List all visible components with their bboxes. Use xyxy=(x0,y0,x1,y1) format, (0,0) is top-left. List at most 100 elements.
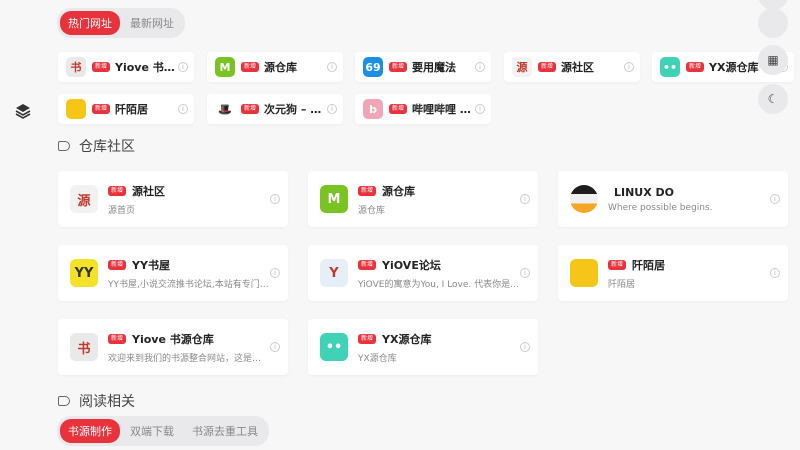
layers-icon[interactable] xyxy=(14,102,32,120)
card-description: Where possible begins. xyxy=(608,202,713,213)
folder-icon xyxy=(570,259,598,287)
info-icon[interactable]: i xyxy=(520,268,530,278)
new-badge: 新增 xyxy=(389,104,408,114)
new-badge: 新增 xyxy=(389,62,408,72)
tab-dual-download[interactable]: 双端下载 xyxy=(122,419,182,443)
community-card[interactable]: LINUX DO Where possible begins. i xyxy=(558,171,788,227)
hot-link-chip[interactable]: 新增 阡陌居 i xyxy=(58,94,194,124)
info-icon[interactable]: i xyxy=(475,62,485,72)
card-header: 新增 源社区 xyxy=(108,183,270,199)
tab-source-making[interactable]: 书源制作 xyxy=(60,419,120,443)
new-badge: 新增 xyxy=(686,62,705,72)
card-header: LINUX DO xyxy=(608,186,770,199)
section-community-title: 仓库社区 xyxy=(58,136,135,156)
hot-link-chip[interactable]: 69 新增 要用魔法 i xyxy=(355,52,491,82)
hot-link-chip[interactable]: M 新增 源仓库 i xyxy=(207,52,343,82)
community-card[interactable]: 新增 阡陌居 阡陌居 i xyxy=(558,245,788,301)
card-title: 阡陌居 xyxy=(632,258,666,272)
new-badge: 新增 xyxy=(241,62,260,72)
moon-icon[interactable]: ☾ xyxy=(758,84,788,114)
card-body: 新增 YiOVE论坛 YiOVE的寓意为You, I Love. 代表你是我的所爱 xyxy=(358,257,520,290)
hot-link-chip[interactable]: 源新增 源社区 i xyxy=(504,52,640,82)
community-logo-icon: 源 xyxy=(512,57,532,77)
info-icon[interactable]: i xyxy=(270,268,280,278)
community-card[interactable]: 源新增 源社区 源首页 i xyxy=(58,171,288,227)
info-icon[interactable]: i xyxy=(270,342,280,352)
new-badge: 新增 xyxy=(108,259,127,270)
card-description: 阡陌居 xyxy=(608,279,636,290)
card-title: 源社区 xyxy=(132,184,166,198)
hot-link-chip[interactable]: 书新增 Yiove 书源仓库i xyxy=(58,52,194,82)
hot-link-name: 阡陌居 xyxy=(115,103,149,116)
card-title: YiOVE论坛 xyxy=(382,258,441,272)
tag-icon xyxy=(58,396,70,406)
new-badge: 新增 xyxy=(358,259,377,270)
community-card[interactable]: Y 新增 YiOVE论坛 YiOVE的寓意为You, I Love. 代表你是我的所爱… xyxy=(308,245,538,301)
card-body: 新增 YX源仓库 YX源仓库 xyxy=(358,331,520,364)
card-title: 源仓库 xyxy=(382,184,416,198)
new-badge: 新增 xyxy=(538,62,557,72)
new-badge: 新增 xyxy=(92,104,111,114)
hot-link-name: Yiove 书源仓库 xyxy=(115,61,178,74)
card-header: 新增 YY书屋 xyxy=(108,257,270,273)
card-title: YY书屋 xyxy=(132,258,170,272)
info-icon[interactable]: i xyxy=(520,342,530,352)
card-body: 新增 Yiove 书源仓库欢迎来到我们的书源整合网站，这是一个专注于书源的平台 xyxy=(108,331,270,364)
hot-link-chip[interactable]: 🎩 新增次元狗 – 动漫资源站i xyxy=(207,94,343,124)
info-icon[interactable]: i xyxy=(770,194,780,204)
linuxdo-icon xyxy=(570,185,598,213)
card-header: 新增 YiOVE论坛 xyxy=(358,257,520,273)
new-badge: 新增 xyxy=(241,104,260,114)
info-icon[interactable]: i xyxy=(475,104,485,114)
blank-icon[interactable] xyxy=(758,8,788,38)
m-logo-icon: M xyxy=(215,57,235,77)
community-card[interactable]: M 新增 源仓库 源仓库 i xyxy=(308,171,538,227)
new-badge: 新增 xyxy=(92,62,111,72)
card-title: YX源仓库 xyxy=(382,332,432,346)
card-header: 新增 YX源仓库 xyxy=(358,331,520,347)
hot-link-chip[interactable]: b 新增 哔哩哔哩 (゜ i xyxy=(355,94,491,124)
community-card[interactable]: 书新增 Yiove 书源仓库欢迎来到我们的书源整合网站，这是一个专注于书源的平台i xyxy=(58,319,288,375)
yiove-logo-icon: Y xyxy=(320,259,348,287)
new-badge: 新增 xyxy=(358,333,377,344)
top-tabs: 热门网址 最新网址 xyxy=(57,8,185,38)
community-card[interactable]: YY 新增 YY书屋 YY书屋,小说交流推书论坛,本站有专门的资源分享区i xyxy=(58,245,288,301)
info-icon[interactable]: i xyxy=(270,194,280,204)
calculator-icon[interactable]: ▦ xyxy=(758,45,788,75)
info-icon[interactable]: i xyxy=(327,62,337,72)
card-body: 新增 源仓库 源仓库 xyxy=(358,183,520,216)
info-icon[interactable]: i xyxy=(520,194,530,204)
reading-tabs: 书源制作 双端下载 书源去重工具 xyxy=(57,416,269,446)
card-title: Yiove 书源仓库 xyxy=(132,332,214,346)
ghost-icon: •• xyxy=(320,333,348,361)
card-description: 源首页 xyxy=(108,205,136,216)
card-body: 新增 源社区源首页 xyxy=(108,183,270,216)
info-icon[interactable]: i xyxy=(178,104,188,114)
info-icon[interactable]: i xyxy=(327,104,337,114)
folder-icon xyxy=(66,99,86,119)
info-icon[interactable]: i xyxy=(770,268,780,278)
card-description: YiOVE的寓意为You, I Love. 代表你是我的所爱 xyxy=(358,279,520,290)
bilibili-icon: b xyxy=(363,99,383,119)
69-logo-icon: 69 xyxy=(363,57,383,77)
yy-logo-icon: YY xyxy=(70,259,98,287)
book-icon: 书 xyxy=(70,333,98,361)
card-description: 欢迎来到我们的书源整合网站，这是一个专注于书源的平台 xyxy=(108,353,270,364)
info-icon[interactable]: i xyxy=(178,62,188,72)
info-icon[interactable]: i xyxy=(624,62,634,72)
book-icon: 书 xyxy=(66,57,86,77)
hat-icon: 🎩 xyxy=(215,99,235,119)
tab-new-links[interactable]: 最新网址 xyxy=(122,11,182,35)
community-card[interactable]: •• 新增 YX源仓库 YX源仓库 i xyxy=(308,319,538,375)
card-header: 新增 源仓库 xyxy=(358,183,520,199)
new-badge: 新增 xyxy=(108,185,127,196)
card-header: 新增 Yiove 书源仓库 xyxy=(108,331,270,347)
new-badge: 新增 xyxy=(608,259,627,270)
tab-hot-links[interactable]: 热门网址 xyxy=(60,11,120,35)
new-badge: 新增 xyxy=(108,333,127,344)
tab-dedupe-tool[interactable]: 书源去重工具 xyxy=(184,419,266,443)
hot-link-name: 次元狗 – 动漫资源站 xyxy=(264,103,327,116)
ghost-icon: •• xyxy=(660,57,680,77)
card-header: 新增 阡陌居 xyxy=(608,257,770,273)
card-description: YX源仓库 xyxy=(358,353,397,364)
